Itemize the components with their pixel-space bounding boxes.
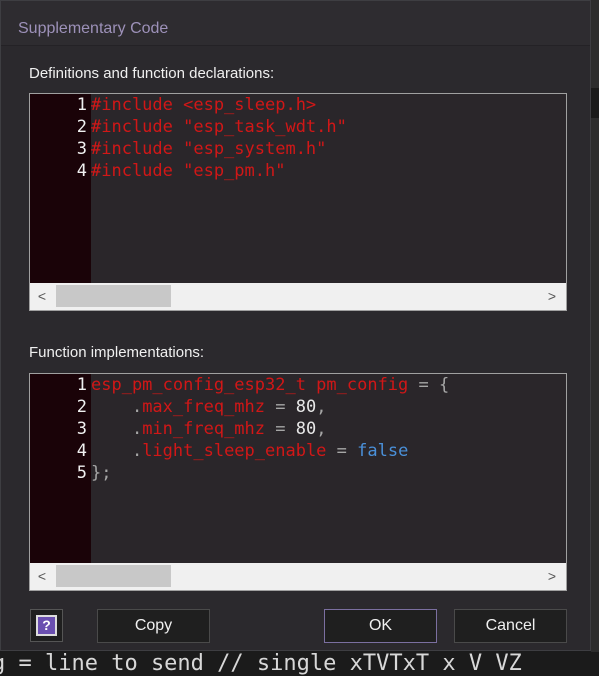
definitions-label: Definitions and function declarations: (29, 65, 275, 82)
code-text: .min_freq_mhz = 80, (91, 418, 327, 440)
line-number: 3 (76, 139, 87, 159)
code-token: 80 (295, 397, 317, 417)
line-number: 4 (76, 441, 87, 461)
code-token: , (316, 397, 327, 417)
code-line: 1 esp_pm_config_esp32_t pm_config = { (30, 374, 566, 396)
code-token: false (357, 441, 409, 461)
line-number: 2 (76, 117, 87, 137)
code-text: #include <esp_sleep.h> (91, 94, 316, 116)
scroll-left-icon[interactable]: < (34, 567, 50, 585)
code-text: #include "esp_pm.h" (91, 160, 285, 182)
supplementary-code-dialog: Supplementary Code Definitions and funct… (0, 0, 591, 651)
code-token: esp_pm_config_esp32_t pm_config (91, 375, 409, 395)
line-number: 1 (76, 95, 87, 115)
code-line: 3 #include "esp_system.h" (30, 138, 566, 160)
dialog-title: Supplementary Code (18, 20, 169, 37)
code-token: light_sleep_enable (142, 441, 327, 461)
code-line: 2 #include "esp_task_wdt.h" (30, 116, 566, 138)
code-text: }; (91, 462, 111, 484)
line-number: 3 (76, 419, 87, 439)
code-line: 4 .light_sleep_enable = false (30, 440, 566, 462)
line-number: 2 (76, 397, 87, 417)
implementations-label: Function implementations: (29, 344, 205, 361)
code-line: 1 #include <esp_sleep.h> (30, 94, 566, 116)
code-token: max_freq_mhz (142, 397, 266, 417)
code-token: #include "esp_pm.h" (91, 161, 286, 181)
scroll-right-icon[interactable]: > (544, 567, 560, 585)
scrollbar-thumb[interactable] (56, 565, 171, 587)
definitions-editor[interactable]: 1 #include <esp_sleep.h> 2 #include "esp_ta… (29, 93, 567, 311)
code-token: #include "esp_system.h" (91, 139, 327, 159)
cancel-button[interactable]: Cancel (454, 609, 567, 643)
copy-button[interactable]: Copy (97, 609, 210, 643)
line-number: 1 (76, 375, 87, 395)
code-token: #include "esp_task_wdt.h" (91, 117, 347, 137)
ok-button[interactable]: OK (324, 609, 437, 643)
code-token: = (265, 419, 296, 439)
code-line: 5}; (30, 462, 566, 484)
scroll-left-icon[interactable]: < (34, 287, 50, 305)
dialog-titlebar: Supplementary Code (1, 1, 590, 46)
code-token: }; (91, 463, 112, 483)
code-line: 3 .min_freq_mhz = 80, (30, 418, 566, 440)
code-text: .max_freq_mhz = 80, (91, 396, 327, 418)
code-token: = (265, 397, 296, 417)
background-window-edge (591, 0, 599, 652)
code-text: esp_pm_config_esp32_t pm_config = { (91, 374, 449, 396)
help-button[interactable]: ? (30, 609, 63, 642)
line-number: 4 (76, 161, 87, 181)
code-token: min_freq_mhz (142, 419, 266, 439)
code-lines: 1 #include <esp_sleep.h> 2 #include "esp_ta… (30, 94, 566, 182)
code-token: 80 (295, 419, 317, 439)
code-line: 4 #include "esp_pm.h" (30, 160, 566, 182)
code-token: . (91, 419, 143, 439)
code-text: #include "esp_task_wdt.h" (91, 116, 347, 138)
code-token: = (326, 441, 358, 461)
code-text: .light_sleep_enable = false (91, 440, 408, 462)
code-token: = { (408, 375, 450, 395)
code-token: , (316, 419, 327, 439)
help-icon: ? (36, 615, 57, 636)
code-lines: 1 esp_pm_config_esp32_t pm_config = {2 .m… (30, 374, 566, 484)
line-number: 5 (76, 463, 87, 483)
implementations-editor[interactable]: 1 esp_pm_config_esp32_t pm_config = {2 .m… (29, 373, 567, 591)
background-code-text: g = line to send // single xTVTxT x V VZ (0, 652, 522, 676)
code-line: 2 .max_freq_mhz = 80, (30, 396, 566, 418)
scrollbar-thumb[interactable] (56, 285, 171, 307)
horizontal-scrollbar[interactable]: < > (30, 283, 566, 310)
code-token: #include <esp_sleep.h> (91, 95, 317, 115)
code-token: . (91, 441, 143, 461)
code-text: #include "esp_system.h" (91, 138, 326, 160)
scroll-right-icon[interactable]: > (544, 287, 560, 305)
horizontal-scrollbar[interactable]: < > (30, 563, 566, 590)
code-token: . (91, 397, 143, 417)
